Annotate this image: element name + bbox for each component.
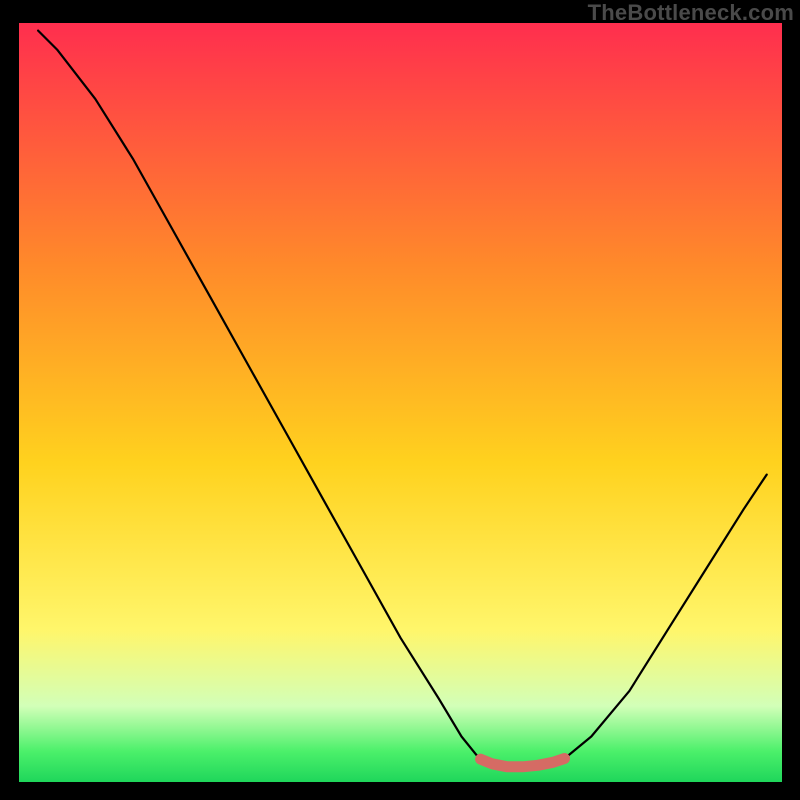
gradient-plot-area <box>19 23 782 782</box>
watermark-text: TheBottleneck.com <box>588 0 794 26</box>
chart-stage: TheBottleneck.com <box>0 0 800 800</box>
bottleneck-curve-chart <box>0 0 800 800</box>
